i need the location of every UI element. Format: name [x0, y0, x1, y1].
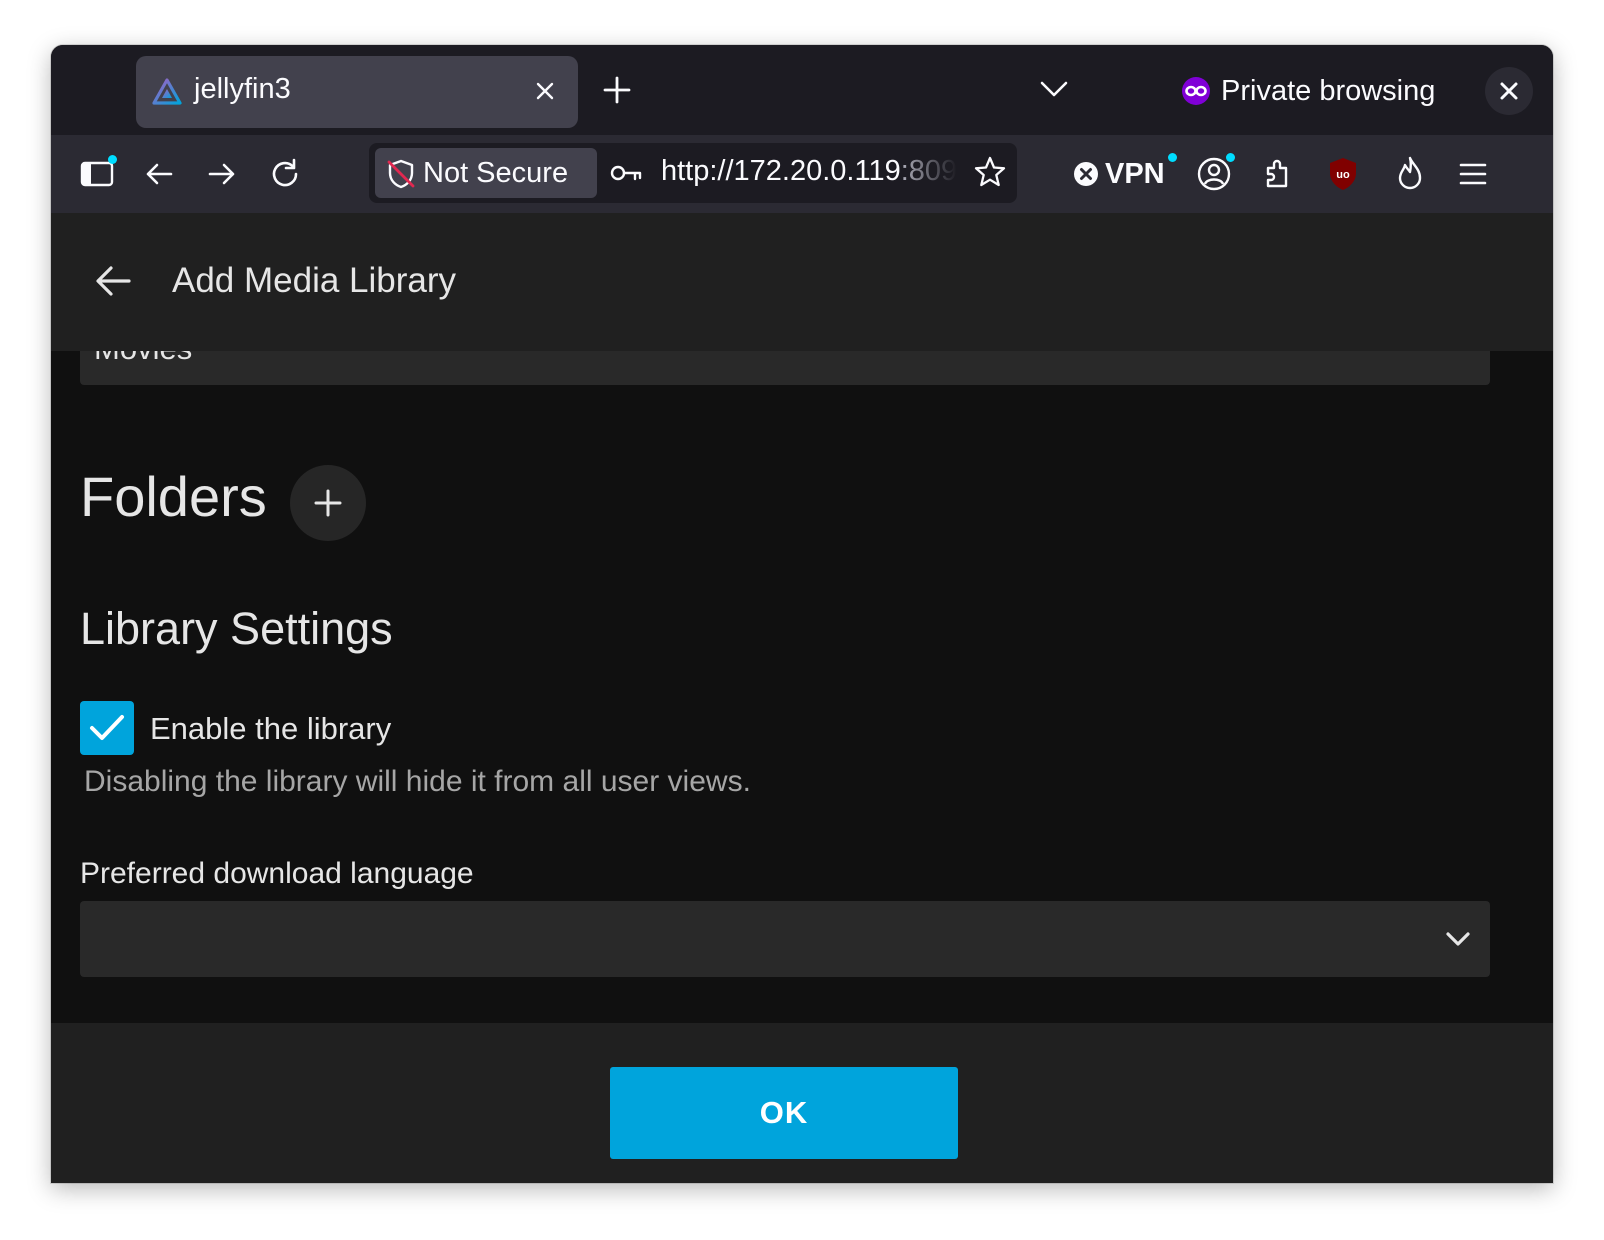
private-browsing-indicator: Private browsing: [1181, 69, 1435, 113]
plus-icon: [314, 489, 342, 517]
site-identity-button[interactable]: Not Secure: [375, 148, 597, 198]
ok-button[interactable]: OK: [610, 1067, 958, 1159]
close-icon: [1500, 82, 1518, 100]
star-icon[interactable]: [973, 155, 1007, 189]
flame-icon[interactable]: [1391, 155, 1429, 193]
page-header: Add Media Library: [51, 213, 1553, 351]
account-dot: [1226, 153, 1235, 162]
private-browsing-icon: [1182, 77, 1210, 105]
private-browsing-label: Private browsing: [1221, 74, 1436, 107]
ublock-icon[interactable]: uo: [1324, 155, 1362, 193]
folders-heading: Folders: [80, 465, 267, 528]
notification-dot: [108, 155, 117, 164]
reload-icon[interactable]: [266, 155, 304, 193]
add-folder-button[interactable]: [290, 465, 366, 541]
tab-strip: jellyfin3 Private browsing: [51, 45, 1553, 135]
vpn-label: VPN: [1105, 157, 1165, 190]
page-title: Add Media Library: [172, 261, 457, 300]
extensions-icon[interactable]: [1259, 155, 1297, 193]
chevron-down-icon[interactable]: [1037, 76, 1071, 102]
checkmark-icon: [90, 715, 124, 740]
library-settings-heading: Library Settings: [80, 603, 393, 654]
svg-text:uo: uo: [1336, 169, 1350, 181]
jellyfin-logo-icon: [152, 78, 182, 105]
dialog-footer: OK: [51, 1023, 1553, 1183]
address-bar[interactable]: Not Secure http://172.20.0.119:8096/web/…: [369, 143, 1017, 203]
library-name-input[interactable]: Movies: [80, 351, 1490, 385]
chevron-down-icon: [1446, 932, 1470, 946]
url-text[interactable]: http://172.20.0.119:8096/web/#/dashboard…: [661, 155, 957, 193]
menu-icon[interactable]: [1454, 155, 1492, 193]
vpn-status-dot: [1168, 153, 1177, 162]
enable-library-label[interactable]: Enable the library: [150, 711, 391, 747]
url-path: :8096/web/#/dashboard/libraries: [900, 155, 957, 187]
enable-library-checkbox[interactable]: [80, 701, 134, 755]
shield-off-icon: [387, 159, 415, 189]
not-secure-label: Not Secure: [423, 157, 569, 189]
dialog-content[interactable]: Movies Folders Library Settings Enable t…: [51, 351, 1553, 1023]
new-tab-icon[interactable]: [599, 72, 635, 108]
enable-library-help-text: Disabling the library will hide it from …: [84, 765, 751, 798]
url-host: http://172.20.0.119: [661, 155, 901, 187]
window-close-button[interactable]: [1485, 67, 1533, 115]
vpn-icon: [1074, 162, 1098, 186]
navigation-toolbar: Not Secure http://172.20.0.119:8096/web/…: [51, 135, 1553, 213]
browser-window: jellyfin3 Private browsing Not Secure ht…: [51, 45, 1553, 1183]
preferred-language-select[interactable]: [80, 901, 1490, 977]
tab-title: jellyfin3: [194, 73, 291, 105]
key-icon[interactable]: [609, 159, 643, 187]
preferred-language-label: Preferred download language: [80, 857, 474, 890]
tab-jellyfin3[interactable]: jellyfin3: [136, 56, 578, 128]
back-arrow-icon[interactable]: [93, 263, 133, 299]
vpn-button[interactable]: VPN: [1073, 149, 1165, 199]
forward-arrow-icon[interactable]: [203, 155, 241, 193]
back-arrow-icon[interactable]: [140, 155, 178, 193]
close-tab-icon[interactable]: [530, 76, 560, 106]
